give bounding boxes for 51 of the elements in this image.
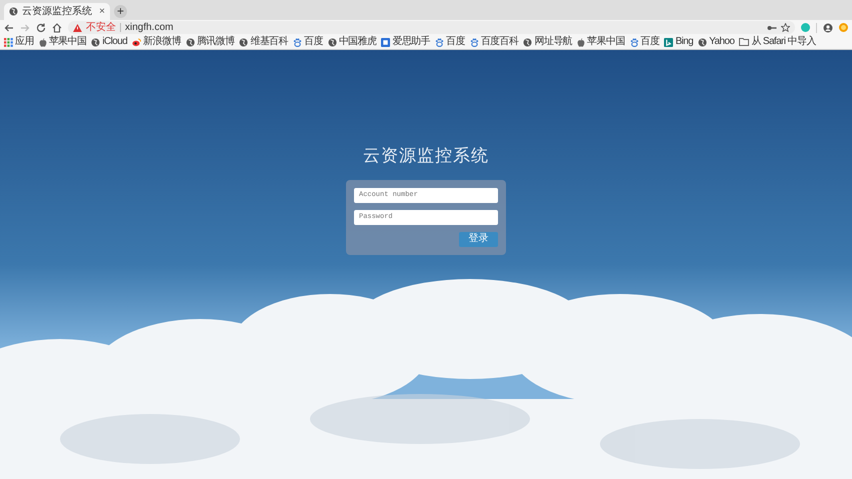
square-logo-icon	[381, 38, 390, 46]
bookmark[interactable]: 百度百科	[470, 37, 518, 47]
paw-icon	[293, 38, 302, 46]
bookmark[interactable]: 维基百科	[239, 37, 288, 47]
tab-title: 云资源监控系统	[22, 6, 93, 16]
bookmark[interactable]: 百度	[630, 37, 660, 47]
b-logo-icon	[664, 38, 674, 46]
login-button[interactable]: 登录	[459, 232, 498, 246]
reload-icon[interactable]	[36, 22, 46, 32]
bookmark[interactable]: 爱思助手	[381, 37, 430, 47]
apple-icon	[38, 38, 47, 46]
globe-icon	[9, 7, 18, 16]
address-bar[interactable]: 不安全 xingfh.com	[68, 21, 795, 34]
folder-icon	[739, 38, 750, 46]
bookmark[interactable]: 百度	[293, 37, 323, 47]
globe-icon	[239, 38, 248, 46]
globe-icon	[328, 38, 337, 46]
bookmark[interactable]: 中国雅虎	[328, 37, 376, 47]
apple-icon	[577, 38, 586, 46]
bookmark[interactable]: 网址导航	[523, 37, 572, 47]
home-icon[interactable]	[52, 22, 62, 32]
globe-icon	[523, 38, 532, 46]
globe-icon	[91, 38, 100, 46]
paw-icon	[470, 38, 479, 46]
globe-icon	[186, 38, 195, 46]
close-tab-button[interactable]: ×	[99, 6, 105, 16]
bookmark[interactable]: 腾讯微博	[186, 37, 234, 47]
browser-tab[interactable]: 云资源监控系统 ×	[4, 3, 110, 20]
new-tab-button[interactable]: +	[114, 5, 127, 18]
bookmark[interactable]: 应用	[4, 37, 34, 47]
profile-icon[interactable]	[823, 22, 833, 32]
bookmark[interactable]: 从 Safari 中导入	[739, 37, 816, 47]
bookmark[interactable]: 苹果中国	[38, 37, 86, 47]
bookmark[interactable]: Yahoo	[698, 37, 734, 47]
bookmark[interactable]: Bing	[664, 37, 694, 47]
security-warning: 不安全	[86, 22, 116, 32]
apps-grid-icon	[4, 38, 13, 46]
bookmark[interactable]: 苹果中国	[577, 37, 625, 47]
warning-icon	[73, 24, 82, 32]
star-icon[interactable]	[781, 23, 790, 32]
url-text: xingfh.com	[125, 22, 174, 32]
bookmark[interactable]: 新浪微博	[132, 37, 181, 47]
paw-icon	[630, 38, 639, 46]
login-title: 云资源监控系统	[363, 145, 489, 167]
back-arrow-icon[interactable]	[4, 22, 14, 32]
globe-icon	[698, 38, 708, 46]
paw-icon	[435, 38, 444, 46]
bookmark[interactable]: iCloud	[91, 37, 128, 47]
key-icon[interactable]	[767, 24, 777, 30]
bookmark[interactable]: 百度	[435, 37, 465, 47]
eye-logo-icon	[132, 38, 142, 46]
